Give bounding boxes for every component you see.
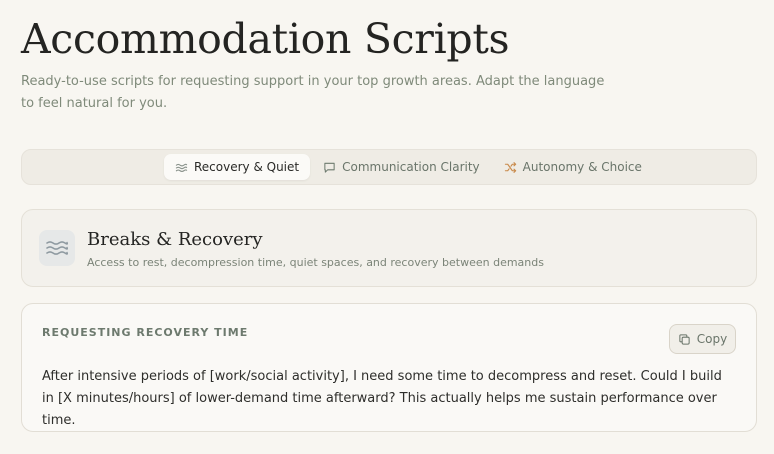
tab-bar: Recovery & Quiet Communication Clarity A…	[21, 149, 757, 185]
tab-label: Autonomy & Choice	[522, 160, 642, 174]
message-square-icon	[323, 161, 336, 174]
script-heading: REQUESTING RECOVERY TIME	[42, 326, 249, 339]
category-title: Breaks & Recovery	[87, 229, 263, 250]
script-card: REQUESTING RECOVERY TIME Copy After inte…	[21, 303, 757, 432]
tab-autonomy-choice[interactable]: Autonomy & Choice	[493, 154, 653, 180]
copy-button[interactable]: Copy	[669, 324, 736, 354]
tab-list: Recovery & Quiet Communication Clarity A…	[164, 154, 655, 180]
waves-icon	[175, 161, 188, 174]
tab-label: Communication Clarity	[342, 160, 480, 174]
page-title: Accommodation Scripts	[21, 15, 510, 63]
script-text: After intensive periods of [work/social …	[42, 369, 722, 428]
category-description: Access to rest, decompression time, quie…	[87, 256, 544, 269]
copy-icon	[678, 333, 691, 346]
tab-recovery-quiet[interactable]: Recovery & Quiet	[164, 154, 311, 180]
category-card: Breaks & Recovery Access to rest, decomp…	[21, 209, 757, 287]
tab-label: Recovery & Quiet	[194, 160, 300, 174]
waves-icon	[39, 230, 75, 266]
copy-label: Copy	[696, 332, 728, 346]
shuffle-icon	[504, 161, 517, 174]
tab-communication-clarity[interactable]: Communication Clarity	[312, 154, 491, 180]
page-subtitle: Ready-to-use scripts for requesting supp…	[21, 74, 605, 111]
